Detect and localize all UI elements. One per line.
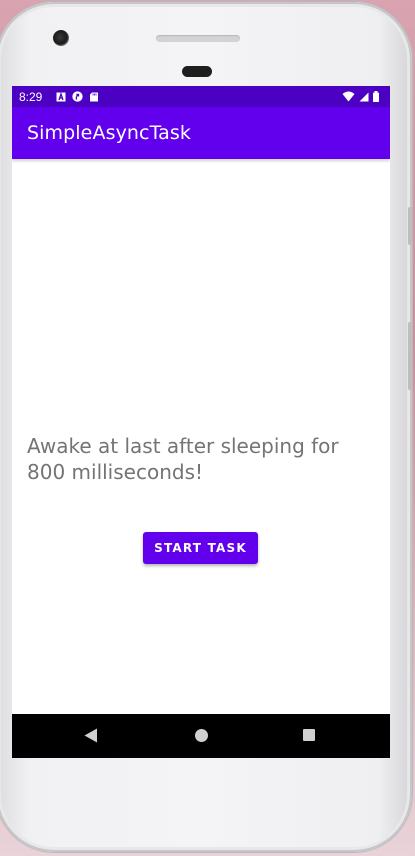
status-bar: 8:29 [12, 86, 390, 107]
recents-icon[interactable] [303, 729, 315, 741]
sd-card-icon [90, 92, 98, 101]
signal-icon [359, 92, 369, 101]
navigation-bar [12, 714, 390, 758]
proximity-sensor [182, 66, 212, 77]
app-bar: SimpleAsyncTask [12, 107, 390, 159]
front-camera [53, 30, 69, 46]
main-content: Awake at last after sleeping for 800 mil… [12, 159, 390, 714]
app-title: SimpleAsyncTask [27, 122, 192, 144]
home-icon[interactable] [195, 729, 208, 742]
status-notification-icons [56, 91, 99, 102]
volume-button [408, 207, 412, 245]
start-task-button[interactable]: START TASK [143, 532, 258, 564]
power-button [408, 322, 412, 390]
status-system-icons [342, 91, 379, 102]
wifi-icon [342, 91, 355, 102]
device-screen: 8:29 SimpleAsyncTask Awake at last after… [12, 86, 390, 758]
a-notification-icon [56, 91, 66, 101]
status-message: Awake at last after sleeping for 800 mil… [27, 434, 339, 484]
pinwheel-icon [72, 91, 83, 102]
back-icon[interactable] [84, 728, 98, 743]
battery-icon [373, 91, 379, 102]
status-time: 8:29 [19, 90, 43, 104]
earpiece-speaker [156, 35, 240, 42]
